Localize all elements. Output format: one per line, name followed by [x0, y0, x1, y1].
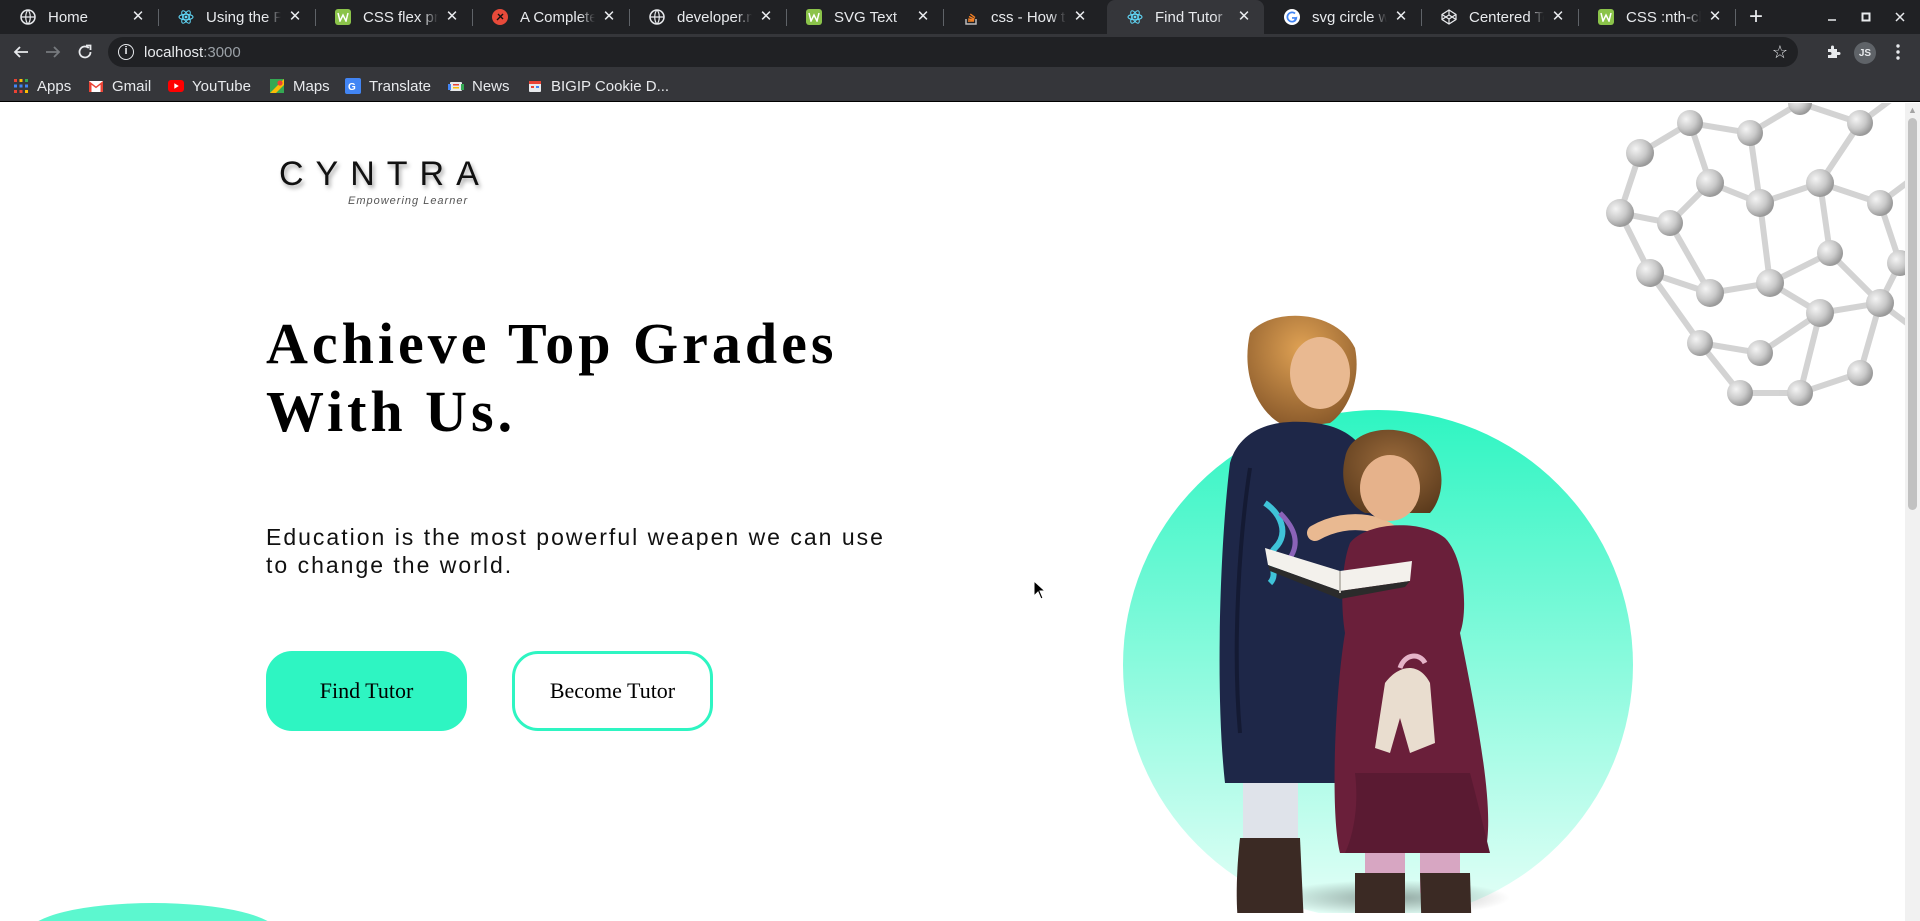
tab-title: svg circle with	[1312, 8, 1387, 26]
youtube-icon	[168, 78, 184, 94]
google-icon	[1284, 9, 1300, 25]
tab-title: css - How to do	[991, 8, 1066, 26]
close-tab-icon[interactable]: ✕	[444, 9, 460, 25]
close-tab-icon[interactable]: ✕	[1550, 9, 1566, 25]
stackoverflow-icon	[963, 9, 979, 25]
reload-icon[interactable]	[71, 38, 99, 66]
bookmark-icon	[527, 78, 543, 94]
close-tab-icon[interactable]: ✕	[130, 9, 146, 25]
minimize-icon[interactable]	[1815, 0, 1849, 34]
tab-stackoverflow[interactable]: css - How to do ✕	[943, 0, 1100, 34]
bookmark-label: Translate	[369, 77, 431, 95]
bookmark-star-icon[interactable]: ☆	[1772, 42, 1788, 63]
maps-icon	[269, 78, 285, 94]
tab-css-flex[interactable]: CSS flex property ✕	[315, 0, 472, 34]
browser-toolbar: i localhost:3000 ☆ JS	[0, 34, 1920, 70]
maximize-icon[interactable]	[1849, 0, 1883, 34]
bookmark-bigip[interactable]: BIGIP Cookie D...	[527, 76, 669, 96]
hero-children-reading-image	[1123, 315, 1633, 913]
tab-svg-text[interactable]: SVG Text ✕	[786, 0, 943, 34]
bookmark-gmail[interactable]: Gmail	[88, 76, 151, 96]
tab-developer-mozilla[interactable]: developer.mozilla ✕	[629, 0, 786, 34]
close-tab-icon[interactable]: ✕	[1236, 9, 1252, 25]
tab-home[interactable]: Home ✕	[0, 0, 158, 34]
bookmark-label: BIGIP Cookie D...	[551, 77, 670, 95]
tab-centered-text[interactable]: Centered Text ✕	[1421, 0, 1578, 34]
bookmarks-bar: Apps Gmail YouTube Maps G Translate News…	[0, 70, 1920, 102]
extensions-puzzle-icon[interactable]	[1822, 40, 1846, 64]
tab-complete-guide[interactable]: A Complete Guide ✕	[472, 0, 629, 34]
close-tab-icon[interactable]: ✕	[1393, 9, 1409, 25]
codepen-icon	[1441, 9, 1457, 25]
tab-using-the-public[interactable]: Using the Public ✕	[158, 0, 315, 34]
close-tab-icon[interactable]: ✕	[287, 9, 303, 25]
scroll-up-arrow-icon[interactable]: ▲	[1905, 103, 1920, 118]
tab-svg-circle[interactable]: svg circle with ✕	[1264, 0, 1421, 34]
tab-title: A Complete Guide	[520, 8, 595, 26]
site-info-icon[interactable]: i	[118, 44, 134, 60]
tab-title: Centered Text	[1469, 8, 1544, 26]
bookmark-youtube[interactable]: YouTube	[168, 76, 251, 96]
react-icon	[178, 9, 194, 25]
profile-avatar[interactable]: JS	[1854, 42, 1876, 64]
close-tab-icon[interactable]: ✕	[1707, 9, 1723, 25]
tab-title: CSS flex property	[363, 8, 438, 26]
close-tab-icon[interactable]: ✕	[1072, 9, 1088, 25]
close-window-icon[interactable]	[1883, 0, 1917, 34]
menu-kebab-icon[interactable]	[1886, 40, 1910, 64]
logo-tagline: Empowering Learner	[348, 195, 469, 207]
bookmark-label: Gmail	[112, 77, 152, 95]
forward-icon[interactable]	[39, 38, 67, 66]
tab-title: developer.mozilla	[677, 8, 752, 26]
w3schools-icon	[1598, 9, 1614, 25]
apps-grid-icon	[13, 78, 29, 94]
gmail-icon	[88, 78, 104, 94]
logo-name: CYNTRA	[279, 155, 491, 193]
globe-icon	[649, 9, 665, 25]
page-scrollbar[interactable]: ▲	[1905, 103, 1920, 921]
page-viewport: CYNTRA Empowering Learner Achieve Top Gr…	[0, 103, 1905, 921]
bookmark-label: Apps	[37, 77, 72, 95]
globe-icon	[20, 9, 36, 25]
bookmark-maps[interactable]: Maps	[269, 76, 330, 96]
close-tab-icon[interactable]: ✕	[915, 9, 931, 25]
bookmark-apps[interactable]: Apps	[13, 76, 71, 96]
scrollbar-thumb[interactable]	[1908, 118, 1917, 510]
news-icon	[448, 78, 464, 94]
back-icon[interactable]	[7, 38, 35, 66]
mouse-cursor-icon	[1033, 580, 1047, 600]
tab-css-nth-child[interactable]: CSS :nth-child ✕	[1578, 0, 1735, 34]
address-bar[interactable]: i localhost:3000 ☆	[108, 37, 1798, 67]
bookmark-translate[interactable]: G Translate	[345, 76, 431, 96]
become-tutor-button[interactable]: Become Tutor	[512, 651, 713, 731]
hero-subtext: Education is the most powerful weapen we…	[266, 524, 885, 578]
translate-icon: G	[345, 78, 361, 94]
css-tricks-icon	[492, 9, 508, 25]
bookmark-label: Maps	[293, 77, 330, 95]
close-tab-icon[interactable]: ✕	[601, 9, 617, 25]
w3schools-icon	[335, 9, 351, 25]
find-tutor-button[interactable]: Find Tutor	[266, 651, 467, 731]
tab-title: Home	[48, 8, 89, 26]
tab-title: Find Tutor	[1155, 8, 1223, 26]
w3schools-icon	[806, 9, 822, 25]
hero-headline: Achieve Top Grades With Us.	[266, 311, 838, 444]
bookmark-label: YouTube	[192, 77, 251, 95]
url-host: localhost	[144, 43, 204, 61]
tab-title: Using the Public	[206, 8, 281, 26]
bookmark-news[interactable]: News	[448, 76, 510, 96]
bookmark-label: News	[472, 77, 510, 95]
svg-text:G: G	[348, 82, 356, 92]
tab-separator	[1735, 9, 1736, 26]
tab-title: SVG Text	[834, 8, 898, 26]
close-tab-icon[interactable]: ✕	[758, 9, 774, 25]
react-icon	[1127, 9, 1143, 25]
tab-strip: Home ✕ Using the Public ✕ CSS flex prope…	[0, 0, 1920, 34]
site-logo[interactable]: CYNTRA Empowering Learner	[279, 155, 491, 207]
tab-title: CSS :nth-child	[1626, 8, 1701, 26]
new-tab-icon[interactable]: +	[1743, 4, 1769, 30]
url-port: :3000	[203, 43, 241, 61]
tab-find-tutor[interactable]: Find Tutor ✕	[1107, 0, 1264, 34]
decorative-blob	[28, 903, 278, 921]
